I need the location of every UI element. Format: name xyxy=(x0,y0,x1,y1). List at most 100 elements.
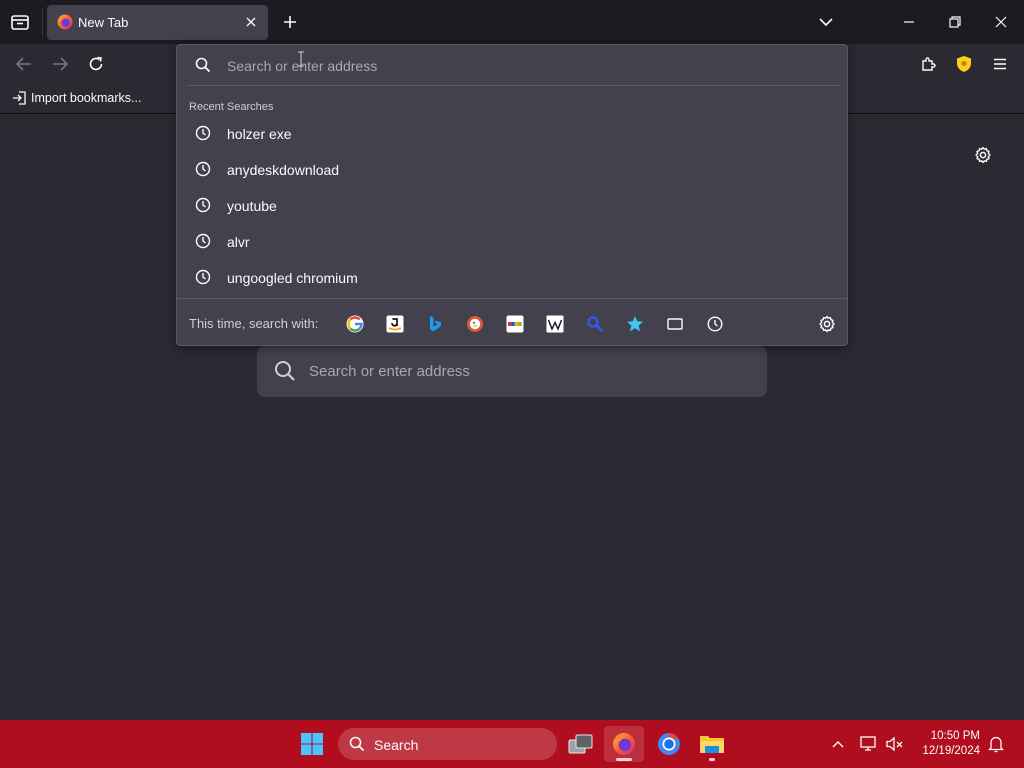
task-view-button[interactable] xyxy=(561,726,601,762)
engine-bing-button[interactable] xyxy=(422,311,448,337)
restore-button[interactable] xyxy=(944,12,966,32)
recent-search-item[interactable]: ungoogled chromium xyxy=(185,261,841,293)
reload-button[interactable] xyxy=(86,54,106,74)
ublock-extension-button[interactable] xyxy=(954,54,974,74)
search-engines-separator xyxy=(177,298,847,299)
search-icon xyxy=(195,57,211,73)
running-indicator xyxy=(616,758,632,761)
task-view-icon xyxy=(568,734,593,754)
history-clock-icon xyxy=(195,269,211,285)
history-clock-icon xyxy=(707,316,723,332)
taskbar: Search 10:50 PM 12/19/2024 xyxy=(0,720,1024,768)
reload-icon xyxy=(89,56,103,71)
engine-search-button[interactable] xyxy=(582,311,608,337)
urlbar-dropdown: Recent Searches holzer exe anydeskdownlo… xyxy=(176,44,848,346)
newtab-search-box[interactable]: Search or enter address xyxy=(257,346,767,397)
tab-divider xyxy=(42,8,43,36)
plus-icon xyxy=(284,16,296,28)
wikipedia-icon xyxy=(546,315,564,333)
import-bookmarks-label: Import bookmarks... xyxy=(31,91,142,105)
new-tab-button[interactable] xyxy=(280,12,300,32)
engine-google-button[interactable] xyxy=(342,311,368,337)
firefox-favicon-icon xyxy=(57,14,73,30)
volume-button[interactable] xyxy=(885,734,905,754)
close-tab-icon[interactable] xyxy=(243,14,259,30)
close-window-button[interactable] xyxy=(990,12,1012,32)
duckduckgo-icon xyxy=(467,316,483,332)
search-tabs-button[interactable] xyxy=(662,311,688,337)
address-input[interactable] xyxy=(227,57,787,75)
bing-icon xyxy=(430,316,441,332)
search-with-label: This time, search with: xyxy=(189,316,319,331)
clock-date: 12/19/2024 xyxy=(922,745,980,757)
restore-icon xyxy=(949,16,961,28)
folder-icon xyxy=(700,736,724,753)
gear-icon xyxy=(975,146,991,164)
list-all-tabs-button[interactable] xyxy=(816,12,836,32)
search-settings-button[interactable] xyxy=(814,311,840,337)
history-clock-icon xyxy=(195,197,211,213)
firefox-icon xyxy=(613,733,635,755)
network-status-button[interactable] xyxy=(859,734,879,754)
magnifier-icon xyxy=(587,316,603,332)
running-indicator xyxy=(709,758,715,761)
close-icon xyxy=(995,16,1007,28)
search-history-button[interactable] xyxy=(702,311,728,337)
engine-ebay-button[interactable] xyxy=(502,311,528,337)
minimize-button[interactable] xyxy=(898,12,920,32)
engine-wikipedia-button[interactable] xyxy=(542,311,568,337)
taskbar-search-label: Search xyxy=(374,737,419,753)
taskbar-file-explorer-button[interactable] xyxy=(692,726,732,762)
star-icon xyxy=(627,316,643,332)
back-button[interactable] xyxy=(14,54,34,74)
hamburger-menu-icon xyxy=(994,58,1006,70)
extensions-button[interactable] xyxy=(918,54,938,74)
taskbar-chrome-button[interactable] xyxy=(649,726,689,762)
speaker-muted-icon xyxy=(886,736,903,752)
recent-search-item[interactable]: youtube xyxy=(185,189,841,221)
import-bookmarks-button[interactable]: Import bookmarks... xyxy=(12,91,141,105)
recent-search-item[interactable]: holzer exe xyxy=(185,117,841,149)
show-hidden-icons-button[interactable] xyxy=(828,734,848,754)
text-cursor-icon xyxy=(298,51,304,67)
recent-search-item[interactable]: anydeskdownload xyxy=(185,153,841,185)
minimize-icon xyxy=(904,21,914,23)
engine-amazon-button[interactable] xyxy=(382,311,408,337)
import-icon xyxy=(13,91,26,105)
history-clock-icon xyxy=(195,125,211,141)
urlbar xyxy=(177,45,847,85)
newtab-search-placeholder: Search or enter address xyxy=(309,363,470,380)
arrow-left-icon xyxy=(16,57,31,71)
recent-search-label: anydeskdownload xyxy=(227,162,340,178)
app-menu-button[interactable] xyxy=(990,54,1010,74)
recent-search-item[interactable]: alvr xyxy=(185,225,841,257)
search-bookmarks-button[interactable] xyxy=(622,311,648,337)
history-clock-icon xyxy=(195,161,211,177)
taskbar-firefox-button[interactable] xyxy=(604,726,644,762)
search-icon xyxy=(349,736,365,752)
shield-icon xyxy=(957,56,971,72)
clock-time: 10:50 PM xyxy=(930,730,980,742)
recent-search-label: ungoogled chromium xyxy=(227,270,358,286)
taskbar-search-box[interactable]: Search xyxy=(338,728,557,760)
firefox-view-button[interactable] xyxy=(8,12,32,32)
forward-button[interactable] xyxy=(50,54,70,74)
chevron-down-icon xyxy=(819,18,833,27)
notifications-button[interactable] xyxy=(986,734,1006,754)
tab-new-tab[interactable]: New Tab xyxy=(47,5,268,40)
engine-duckduckgo-button[interactable] xyxy=(462,311,488,337)
tab-icon xyxy=(667,318,683,330)
windows-logo-icon xyxy=(301,733,323,755)
tab-strip: New Tab xyxy=(0,0,1024,44)
search-icon xyxy=(275,361,295,381)
start-button[interactable] xyxy=(292,726,332,762)
recent-search-label: alvr xyxy=(227,234,250,250)
recent-search-label: youtube xyxy=(227,198,277,214)
urlbar-separator xyxy=(186,85,840,86)
newtab-settings-button[interactable] xyxy=(972,144,994,166)
system-clock[interactable]: 10:50 PM 12/19/2024 xyxy=(918,729,980,759)
bell-icon xyxy=(988,736,1004,753)
amazon-icon xyxy=(386,315,404,333)
ebay-icon xyxy=(506,315,524,333)
chrome-icon xyxy=(658,733,680,755)
